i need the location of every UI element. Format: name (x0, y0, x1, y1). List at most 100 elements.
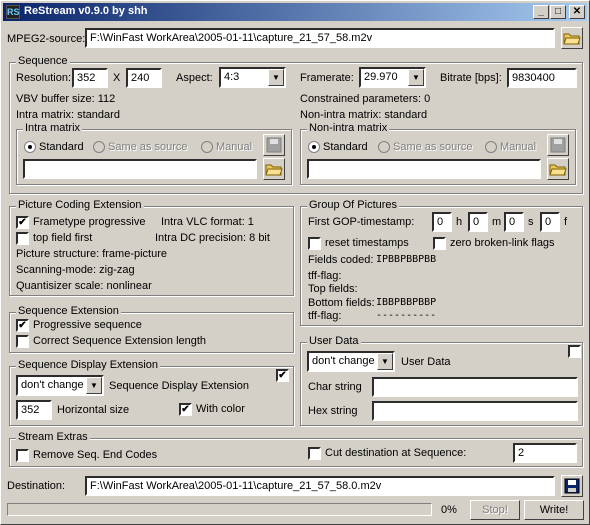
nonintra-open-button[interactable] (547, 158, 569, 180)
nonintra-save-button[interactable] (547, 134, 569, 156)
user-data-mode-label: User Data (401, 356, 451, 368)
intra-standard-radio[interactable] (24, 141, 36, 153)
zero-broken-link-checkbox[interactable] (433, 237, 446, 250)
stop-button[interactable]: Stop! (470, 500, 520, 520)
app-icon: RS (6, 5, 20, 19)
folder-open-icon (563, 33, 581, 45)
mpeg2-source-label: MPEG2-source: (7, 33, 86, 45)
remove-seq-end-label: Remove Seq. End Codes (33, 449, 158, 461)
horizontal-size-label: Horizontal size (57, 404, 130, 416)
correct-seq-ext-length-checkbox[interactable] (16, 335, 29, 348)
gop-minutes-label: m (492, 216, 502, 228)
correct-seq-ext-length-label: Correct Sequence Extension length (33, 335, 207, 347)
save-disk-icon (564, 478, 580, 494)
seq-ext-group-title: Sequence Extension (16, 305, 121, 317)
write-button[interactable]: Write! (524, 500, 584, 520)
user-data-group-title: User Data (307, 335, 361, 347)
resolution-x-label: X (113, 72, 121, 84)
remove-seq-end-checkbox[interactable] (16, 449, 29, 462)
progress-percent: 0% (441, 504, 457, 516)
intra-same-radio[interactable] (93, 141, 105, 153)
bottom-fields-label: Bottom fields: (308, 297, 375, 309)
chevron-down-icon: ▼ (86, 377, 102, 394)
nonintra-same-radio[interactable] (378, 141, 390, 153)
minimize-button[interactable]: _ (533, 5, 549, 19)
maximize-button[interactable]: □ (550, 5, 566, 19)
gop-hours-label: h (456, 216, 463, 228)
user-data-enable-checkbox[interactable] (568, 345, 581, 358)
progressive-sequence-checkbox[interactable]: ✔ (16, 319, 29, 332)
gop-seconds-label: s (528, 216, 534, 228)
intra-standard-label: Standard (39, 141, 84, 153)
title-bar[interactable]: RS ReStream v0.9.0 by shh _ □ ✕ (3, 3, 587, 21)
gop-seconds-field[interactable]: 0 (504, 212, 524, 232)
framerate-select[interactable]: 29.970 ▼ (359, 67, 426, 88)
intra-same-label: Same as source (108, 141, 188, 153)
progressive-sequence-label: Progressive sequence (33, 319, 142, 331)
gop-minutes-field[interactable]: 0 (468, 212, 488, 232)
nonintra-standard-label: Standard (323, 141, 368, 153)
nonintra-manual-label: Manual (500, 141, 537, 153)
save-destination-button[interactable] (561, 475, 583, 497)
aspect-select[interactable]: 4:3 ▼ (219, 67, 286, 88)
window-title: ReStream v0.9.0 by shh (24, 5, 148, 17)
resolution-width-field[interactable]: 352 (72, 68, 108, 88)
sde-group-title: Sequence Display Extension (16, 359, 161, 371)
gop-group-title: Group Of Pictures (307, 199, 400, 211)
zero-broken-link-label: zero broken-link flags (450, 237, 555, 249)
gop-frames-label: f (564, 216, 568, 228)
gop-hours-field[interactable]: 0 (432, 212, 452, 232)
checkmark-icon: ✔ (18, 217, 27, 228)
destination-field[interactable]: F:\WinFast WorkArea\2005-01-11\capture_2… (85, 476, 555, 496)
framerate-label: Framerate: (300, 72, 354, 84)
picture-structure-text: Picture structure: frame-picture (16, 248, 167, 260)
nonintra-manual-radio[interactable] (485, 141, 497, 153)
checkmark-icon: ✔ (18, 320, 27, 331)
scanning-mode-text: Scanning-mode: zig-zag (16, 264, 135, 276)
intra-matrix-file-field[interactable] (23, 159, 257, 179)
stream-extras-group-title: Stream Extras (16, 431, 90, 443)
bottom-fields-value: IBBPBBPBBP (376, 297, 437, 308)
with-color-checkbox[interactable]: ✔ (179, 403, 192, 416)
intra-save-button[interactable] (263, 134, 285, 156)
close-button[interactable]: ✕ (569, 5, 585, 19)
open-source-button[interactable] (561, 27, 583, 49)
constrained-params-text: Constrained parameters: 0 (300, 93, 431, 105)
user-data-mode-select[interactable]: don't change ▼ (307, 351, 395, 372)
progress-bar (7, 503, 432, 516)
frametype-progressive-label: Frametype progressive (33, 216, 146, 228)
reset-timestamps-checkbox[interactable] (308, 237, 321, 250)
cut-sequence-field[interactable]: 2 (513, 443, 577, 463)
intra-open-button[interactable] (263, 158, 285, 180)
intra-matrix-group-title: Intra matrix (23, 122, 83, 134)
nonintra-standard-radio[interactable] (308, 141, 320, 153)
quantizer-scale-text: Quantisizer scale: nonlinear (16, 280, 152, 292)
char-string-field[interactable] (372, 377, 578, 397)
cut-destination-checkbox[interactable] (308, 447, 321, 460)
sde-enable-checkbox[interactable]: ✔ (276, 369, 289, 382)
gop-timestamp-label: First GOP-timestamp: (308, 216, 415, 228)
horizontal-size-field[interactable]: 352 (16, 400, 52, 420)
intra-manual-radio[interactable] (201, 141, 213, 153)
bitrate-field[interactable]: 9830400 (507, 68, 577, 88)
gop-frames-field[interactable]: 0 (540, 212, 560, 232)
hex-string-field[interactable] (372, 401, 578, 421)
sde-mode-label: Sequence Display Extension (109, 380, 250, 392)
bitrate-label: Bitrate [bps]: (440, 72, 502, 84)
frametype-progressive-checkbox[interactable]: ✔ (16, 216, 29, 229)
char-string-label: Char string (308, 381, 362, 393)
tff-flag-label-1: tff-flag: (308, 270, 342, 282)
nonintra-same-label: Same as source (393, 141, 473, 153)
top-field-first-checkbox[interactable] (16, 232, 29, 245)
top-field-first-label: top field first (33, 232, 93, 244)
restream-window: RS ReStream v0.9.0 by shh _ □ ✕ MPEG2-so… (0, 0, 590, 525)
mpeg2-source-field[interactable]: F:\WinFast WorkArea\2005-01-11\capture_2… (85, 28, 555, 48)
sde-mode-select[interactable]: don't change ▼ (16, 375, 104, 396)
destination-label: Destination: (7, 480, 66, 492)
fields-coded-label: Fields coded: (308, 254, 374, 266)
nonintra-matrix-file-field[interactable] (307, 159, 541, 179)
user-data-mode-value: don't change (312, 355, 375, 367)
resolution-height-field[interactable]: 240 (126, 68, 162, 88)
aspect-label: Aspect: (176, 72, 213, 84)
fields-coded-value: IPBBPBBPBB (376, 254, 437, 265)
